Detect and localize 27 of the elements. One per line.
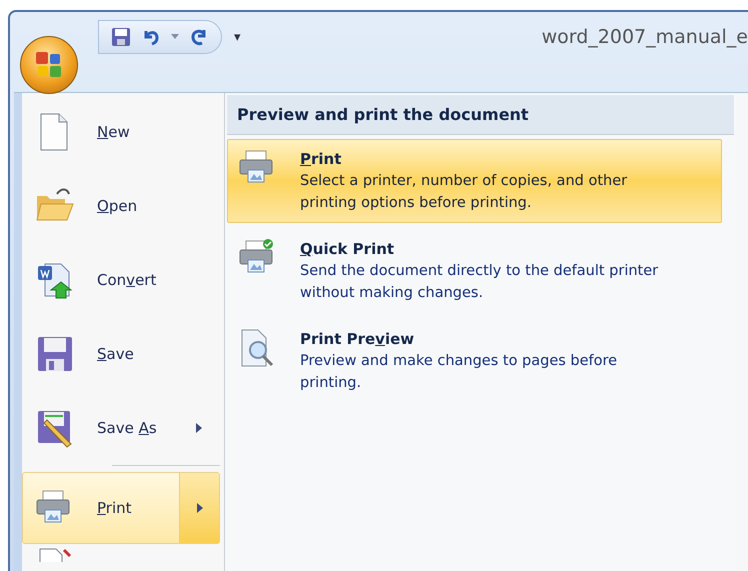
submenu-item[interactable]: Quick Print Send the document directly to the default printer without making changes. — [227, 229, 722, 313]
dropdown-arrow-icon[interactable] — [171, 34, 179, 40]
submenu-item[interactable]: Print Select a printer, number of copies, and other printing options before printing. — [227, 139, 722, 223]
menu-item[interactable]: Save As — [22, 391, 220, 465]
item-description: Preview and make changes to pages before printing. — [300, 352, 618, 393]
item-title: Print — [300, 149, 342, 170]
menu-item-label: Open — [97, 196, 138, 217]
menu-item[interactable]: Convert — [22, 243, 220, 317]
menu-item-label: Save As — [97, 418, 157, 439]
item-description: Select a printer, number of copies, and other printing options before printing. — [300, 172, 628, 213]
window-title: word_2007_manual_e — [542, 24, 748, 50]
customize-toolbar-button[interactable]: ▾ — [234, 30, 241, 44]
menu-item-label: Convert — [97, 270, 156, 291]
item-description: Send the document directly to the default printer without making changes. — [300, 262, 660, 303]
menu-item-label: New — [97, 122, 130, 143]
menu-item[interactable]: Save — [22, 317, 220, 391]
menu-item-label: Save — [97, 344, 134, 365]
submenu-heading: Preview and print the document — [227, 95, 734, 135]
item-title: Quick Print — [300, 239, 396, 260]
office-logo-icon — [34, 50, 64, 80]
submenu-item[interactable]: Print Preview Preview and make changes to pages before printing. — [227, 319, 722, 403]
menu-item[interactable]: New — [22, 95, 220, 169]
menu-item[interactable]: Open — [22, 169, 220, 243]
menu-item-label: Print — [97, 498, 132, 519]
menu-item[interactable]: Print — [22, 472, 220, 544]
save-icon[interactable] — [111, 27, 131, 47]
item-title: Print Preview — [300, 329, 416, 350]
